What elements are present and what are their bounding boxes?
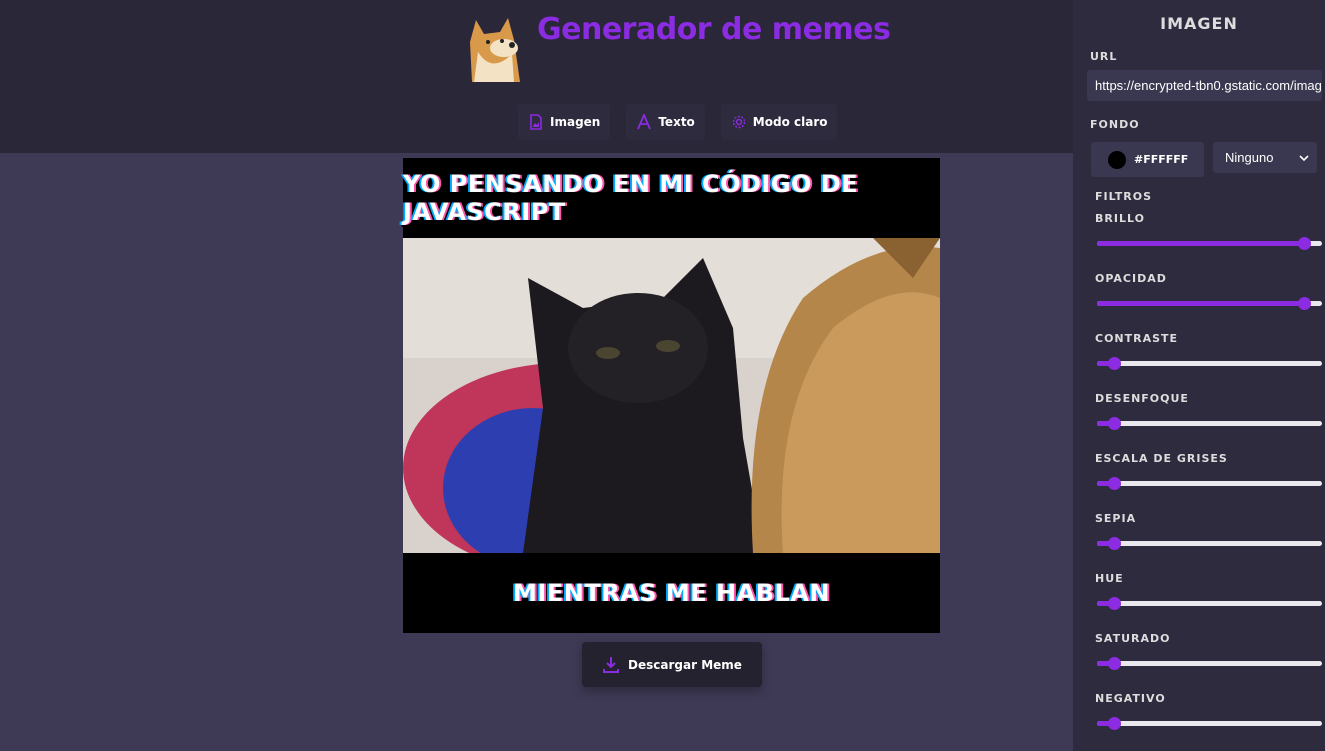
nav-texto-label: Texto (658, 115, 695, 129)
slider-fill (1097, 301, 1304, 306)
slider-track (1097, 541, 1322, 546)
slider-thumb[interactable] (1298, 297, 1311, 310)
meme-image (403, 238, 940, 553)
nav-modo-claro-button[interactable]: Modo claro (720, 104, 838, 140)
slider-track (1097, 361, 1322, 366)
nav-texto-button[interactable]: Texto (626, 104, 705, 140)
meme-top-text: YO PENSANDO EN MI CÓDIGO DE JAVASCRIPT (403, 170, 859, 226)
header: Generador de memes Imagen Texto Modo cla… (0, 0, 1073, 153)
blend-mode-select[interactable]: Ninguno (1213, 142, 1317, 173)
slider-thumb[interactable] (1108, 477, 1121, 490)
download-label: Descargar Meme (628, 657, 742, 672)
filter-label-1: OPACIDAD (1095, 272, 1167, 285)
app-title: Generador de memes (537, 12, 891, 47)
slider-thumb[interactable] (1108, 357, 1121, 370)
nav-imagen-button[interactable]: Imagen (518, 104, 611, 140)
meme-bottom-text: MIENTRAS ME HABLAN (513, 579, 830, 607)
filter-slider-6[interactable] (1097, 597, 1322, 611)
gear-icon (732, 115, 745, 129)
text-a-icon (637, 114, 652, 130)
filter-label-8: NEGATIVO (1095, 692, 1166, 705)
chevron-down-icon (1299, 154, 1309, 161)
filter-label-0: BRILLO (1095, 212, 1145, 225)
slider-thumb[interactable] (1108, 717, 1121, 730)
filter-label-4: ESCALA DE GRISES (1095, 452, 1228, 465)
slider-thumb[interactable] (1108, 597, 1121, 610)
color-swatch (1108, 150, 1126, 169)
filter-slider-5[interactable] (1097, 537, 1322, 551)
filter-label-5: SEPIA (1095, 512, 1137, 525)
nav-imagen-label: Imagen (550, 115, 601, 129)
slider-thumb[interactable] (1108, 537, 1121, 550)
download-meme-button[interactable]: Descargar Meme (582, 642, 762, 687)
background-color-picker[interactable]: #FFFFFF (1091, 142, 1204, 177)
slider-thumb[interactable] (1298, 237, 1311, 250)
fondo-label: FONDO (1090, 118, 1140, 131)
slider-thumb[interactable] (1108, 657, 1121, 670)
url-input[interactable]: https://encrypted-tbn0.gstatic.com/image… (1087, 70, 1322, 101)
filter-label-3: DESENFOQUE (1095, 392, 1189, 405)
color-value: #FFFFFF (1134, 153, 1189, 166)
slider-track (1097, 601, 1322, 606)
filter-slider-8[interactable] (1097, 717, 1322, 731)
slider-thumb[interactable] (1108, 417, 1121, 430)
slider-track (1097, 481, 1322, 486)
filter-slider-1[interactable] (1097, 297, 1322, 311)
url-label: URL (1090, 50, 1118, 63)
slider-track (1097, 721, 1322, 726)
panel-title: IMAGEN (1160, 14, 1238, 33)
filtros-label: FILTROS (1095, 190, 1153, 203)
filter-slider-7[interactable] (1097, 657, 1322, 671)
blend-mode-value: Ninguno (1225, 150, 1274, 165)
slider-fill (1097, 241, 1304, 246)
filter-slider-3[interactable] (1097, 417, 1322, 431)
filter-label-6: HUE (1095, 572, 1124, 585)
filter-slider-4[interactable] (1097, 477, 1322, 491)
nav-modo-claro-label: Modo claro (752, 115, 828, 129)
filter-slider-0[interactable] (1097, 237, 1322, 251)
meme-canvas: YO PENSANDO EN MI CÓDIGO DE JAVASCRIPT M… (403, 158, 940, 633)
doge-logo (462, 12, 524, 82)
image-file-icon (530, 114, 542, 130)
filter-label-7: SATURADO (1095, 632, 1171, 645)
slider-track (1097, 421, 1322, 426)
main-nav: Imagen Texto Modo claro (518, 104, 838, 140)
slider-track (1097, 661, 1322, 666)
url-value: https://encrypted-tbn0.gstatic.com/image… (1095, 78, 1322, 93)
filter-label-2: CONTRASTE (1095, 332, 1179, 345)
filter-slider-2[interactable] (1097, 357, 1322, 371)
download-icon (603, 656, 620, 673)
